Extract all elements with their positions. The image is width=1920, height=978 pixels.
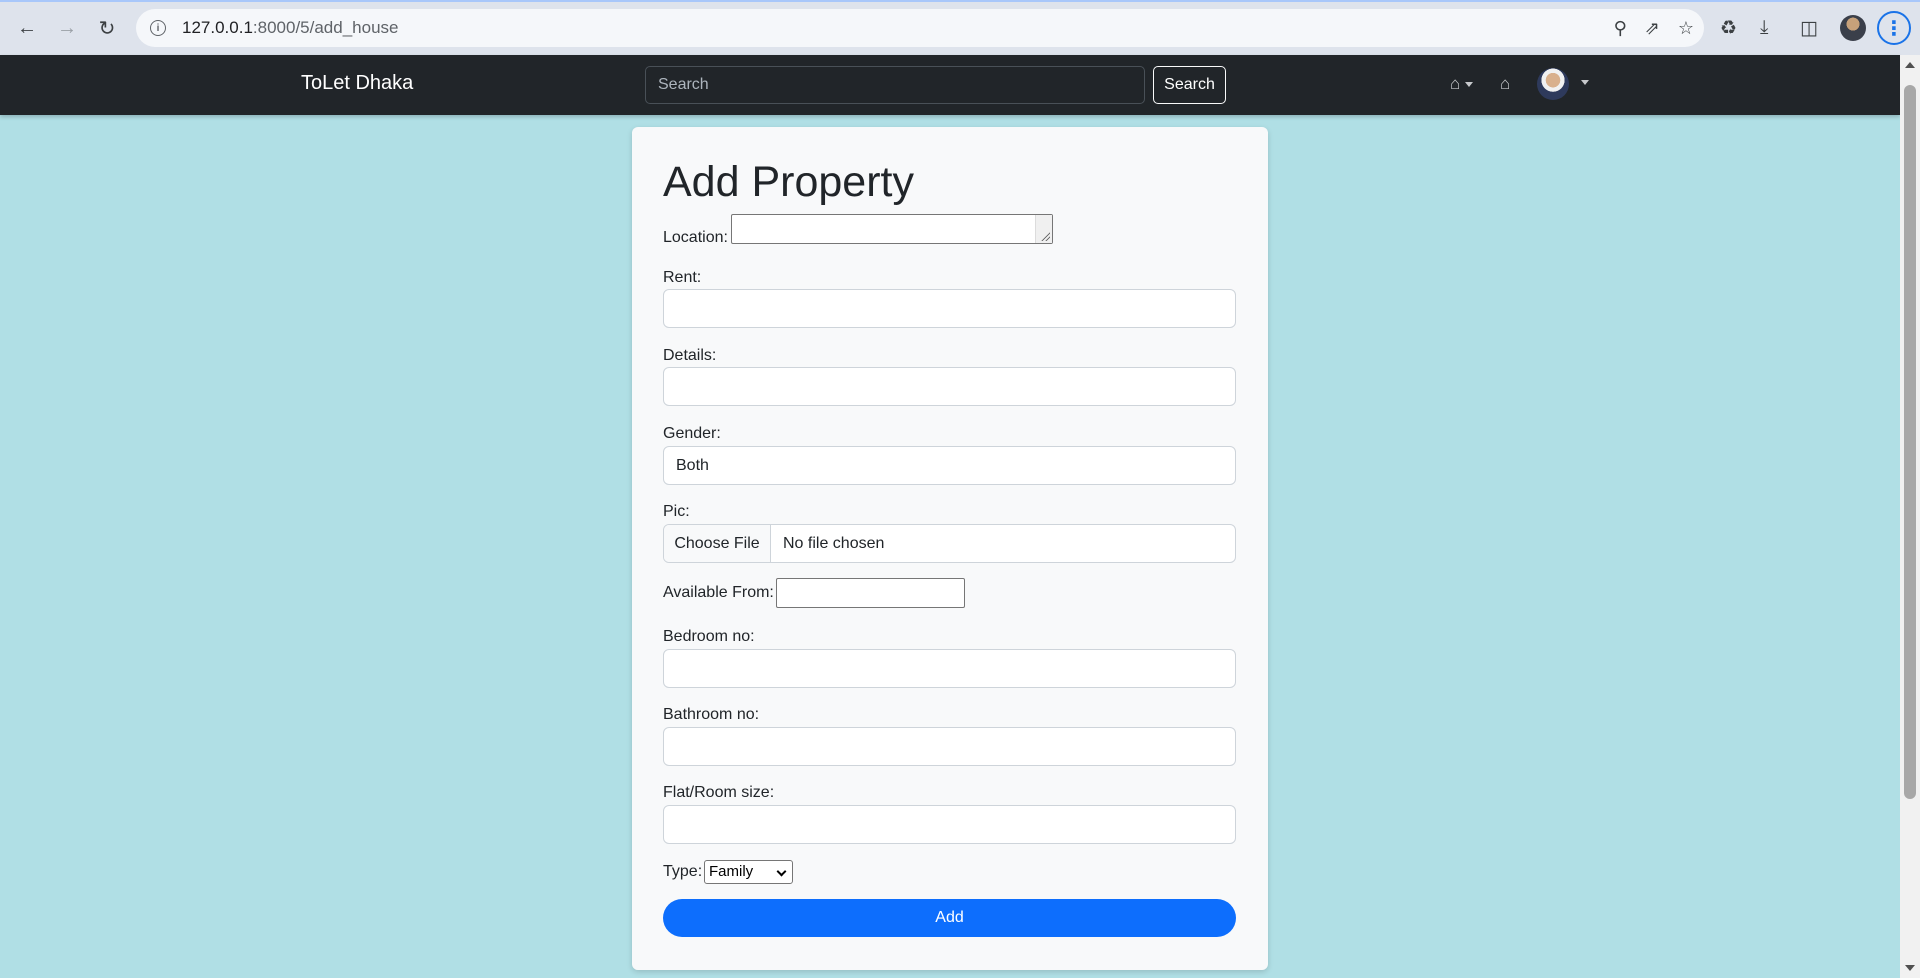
details-input[interactable]: [663, 367, 1236, 406]
size-input[interactable]: [663, 805, 1236, 844]
pic-label: Pic:: [663, 503, 690, 520]
back-icon[interactable]: ←: [13, 14, 41, 42]
scroll-down-icon[interactable]: [1905, 965, 1915, 971]
search-input[interactable]: Search: [645, 66, 1145, 104]
choose-file-button[interactable]: Choose File: [664, 525, 771, 562]
details-label: Details:: [663, 347, 717, 364]
star-icon[interactable]: ☆: [1678, 18, 1694, 39]
zoom-icon[interactable]: ⚲: [1614, 18, 1627, 39]
type-select[interactable]: Family: [704, 860, 793, 884]
rent-label: Rent:: [663, 269, 702, 286]
chevron-down-icon: [1465, 81, 1474, 87]
scroll-thumb[interactable]: [1904, 85, 1916, 799]
user-avatar[interactable]: [1537, 68, 1569, 100]
location-textarea[interactable]: [731, 214, 1053, 244]
share-icon[interactable]: ⇗: [1645, 18, 1660, 39]
scroll-up-icon[interactable]: [1905, 62, 1915, 68]
url-text[interactable]: 127.0.0.1:8000/5/add_house: [182, 18, 399, 38]
extensions-icon[interactable]: ♻: [1720, 14, 1737, 42]
file-status: No file chosen: [783, 534, 885, 552]
bedroom-input[interactable]: [663, 649, 1236, 688]
browser-toolbar: ← → ↻ i 127.0.0.1:8000/5/add_house ⚲ ⇗ ☆…: [0, 0, 1920, 55]
menu-icon[interactable]: ⋮: [1877, 11, 1911, 45]
bathroom-label: Bathroom no:: [663, 706, 760, 723]
search-button[interactable]: Search: [1153, 66, 1226, 104]
page-title: Add Property: [663, 158, 914, 206]
home-icon[interactable]: ⌂: [1500, 74, 1510, 94]
house-dropdown-icon[interactable]: ⌂: [1450, 74, 1474, 94]
url-path: :8000/5/add_house: [252, 18, 399, 37]
brand-link[interactable]: ToLet Dhaka: [301, 72, 413, 95]
download-icon[interactable]: ⤓: [1760, 14, 1768, 42]
resize-grip-icon[interactable]: [1040, 231, 1050, 241]
type-select-value: Family: [709, 863, 754, 880]
sidepanel-icon[interactable]: ◫: [1800, 14, 1818, 42]
size-label: Flat/Room size:: [663, 784, 775, 801]
gender-input[interactable]: Both: [663, 446, 1236, 485]
forward-icon[interactable]: →: [53, 14, 81, 42]
reload-icon[interactable]: ↻: [93, 14, 121, 42]
profile-avatar[interactable]: [1840, 15, 1866, 41]
type-label: Type:: [663, 863, 703, 880]
tab-strip-line: [0, 0, 1920, 2]
chevron-down-icon[interactable]: [1581, 80, 1589, 85]
page-scrollbar[interactable]: [1900, 55, 1920, 978]
rent-input[interactable]: [663, 289, 1236, 328]
url-host: 127.0.0.1: [182, 18, 253, 37]
address-bar[interactable]: i 127.0.0.1:8000/5/add_house ⚲ ⇗ ☆: [136, 9, 1704, 47]
bedroom-label: Bedroom no:: [663, 628, 755, 645]
site-navbar: ToLet Dhaka Search Search ⌂ ⌂: [0, 55, 1900, 115]
info-icon[interactable]: i: [150, 20, 166, 36]
available-from-input[interactable]: [776, 578, 965, 608]
add-button[interactable]: Add: [663, 899, 1236, 937]
pic-file-input[interactable]: Choose File No file chosen: [663, 524, 1236, 563]
location-label: Location:: [663, 229, 728, 246]
available-from-label: Available From:: [663, 584, 774, 601]
gender-label: Gender:: [663, 425, 721, 442]
chevron-down-icon: [776, 866, 787, 877]
bathroom-input[interactable]: [663, 727, 1236, 766]
